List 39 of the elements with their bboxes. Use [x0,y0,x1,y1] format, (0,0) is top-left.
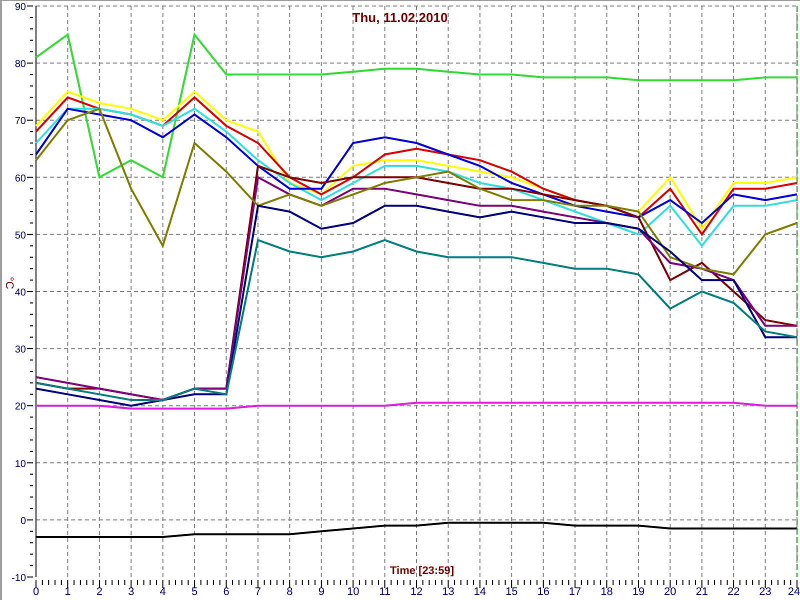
tick-label: 90 [14,2,26,13]
tick-label: 17 [568,586,582,598]
tick-label: 16 [537,586,550,598]
tick-label: 20 [664,586,676,598]
tick-label: 4 [160,586,166,598]
tick-label: 12 [410,586,423,598]
tick-label: -10 [12,573,26,584]
tick-label: 21 [696,586,708,598]
tick-label: 70 [14,116,26,128]
chart-title: Thu, 11.02.2010 [352,10,448,25]
tick-label: 11 [379,586,390,598]
y-axis-label: °C [3,276,15,290]
tick-label: 23 [759,586,772,598]
tick-label: 1 [64,586,71,598]
x-axis-label: Time [23:59] [390,565,454,577]
tick-label: 19 [632,586,645,598]
tick-label: 20 [14,402,26,413]
tick-label: 60 [14,173,26,184]
tick-label: 7 [254,586,262,598]
tick-label: 24 [788,586,800,598]
tick-label: 6 [223,586,230,598]
tick-label: 14 [474,586,486,598]
tick-label: 9 [318,586,324,598]
tick-label: 80 [14,59,26,70]
tick-label: 22 [727,586,740,598]
tick-label: 0 [32,586,40,598]
tick-label: 3 [128,586,134,598]
tick-label: 10 [14,458,26,470]
tick-label: 15 [506,586,518,598]
tick-label: 40 [14,288,26,298]
tick-label: 50 [14,230,26,242]
tick-label: 5 [191,586,198,598]
tick-label: 18 [600,586,613,598]
tick-label: 0 [20,516,26,527]
tick-label: 30 [14,344,26,356]
tick-label: 8 [286,586,293,598]
tick-label: 13 [442,586,454,598]
tick-label: 10 [346,586,360,598]
tick-label: 2 [96,586,102,598]
